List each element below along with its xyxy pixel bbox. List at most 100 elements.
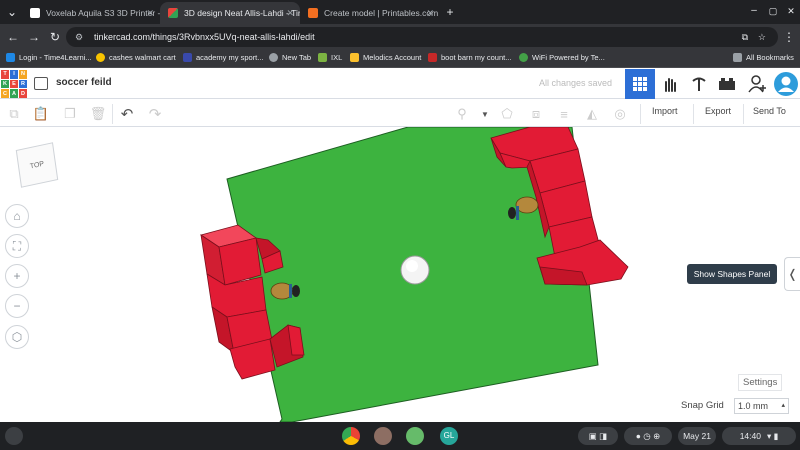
save-status: All changes saved xyxy=(539,78,613,88)
window-close-icon[interactable]: ✕ xyxy=(783,3,799,19)
workplane[interactable]: TOP ⌂ ⛶ + − ⬡ Show Shapes Panel ❬ Settin… xyxy=(0,127,800,422)
bookmark-bootbarn[interactable]: boot barn my count... xyxy=(428,53,511,62)
add-user-button[interactable] xyxy=(743,69,773,99)
bookmark-label: WiFi Powered by Te... xyxy=(532,53,605,62)
undo-icon[interactable]: ↶ xyxy=(118,105,136,123)
pickaxe-icon xyxy=(692,77,706,91)
view-cube-face-label: TOP xyxy=(29,160,45,170)
duplicate-icon[interactable]: ❐ xyxy=(61,105,79,123)
align-icon[interactable]: ≡ xyxy=(555,105,573,123)
sim-lab-button[interactable] xyxy=(712,69,742,99)
bookmark-academy[interactable]: academy my sport... xyxy=(183,53,264,62)
cast-icon[interactable]: ⧉ xyxy=(742,27,748,47)
walmart-icon xyxy=(96,53,105,62)
date-text: May 21 xyxy=(683,431,711,441)
tab-tinkercad[interactable]: 3D design Neat Allis-Lahdi - Tin ✕ xyxy=(160,2,300,24)
snap-grid-label: Snap Grid xyxy=(681,400,724,411)
chevron-left-icon: ❬ xyxy=(787,267,798,281)
bookmark-new-tab[interactable]: New Tab xyxy=(269,53,311,62)
redo-icon[interactable]: ↷ xyxy=(146,105,164,123)
tote-tray[interactable]: ▣ ◨ xyxy=(578,427,618,445)
bookmark-login[interactable]: Login - Time4Learni... xyxy=(6,53,92,62)
zoom-in-icon[interactable]: + xyxy=(5,264,29,288)
home-view-icon[interactable]: ⌂ xyxy=(5,204,29,228)
ruler-icon[interactable]: ⬠ xyxy=(498,105,516,123)
paste-icon[interactable]: 📋 xyxy=(32,105,50,123)
tab-search-icon[interactable]: ⌄ xyxy=(4,4,20,20)
bootbarn-icon xyxy=(428,53,437,62)
reload-icon[interactable]: ↻ xyxy=(47,29,63,45)
bookmarks-bar: Login - Time4Learni... cashes walmart ca… xyxy=(0,50,800,68)
wifi-bookmark-icon xyxy=(519,53,528,62)
printables-favicon-icon xyxy=(308,8,318,18)
close-icon[interactable]: ✕ xyxy=(426,8,434,19)
all-bookmarks[interactable]: All Bookmarks xyxy=(733,53,794,62)
back-icon[interactable]: ← xyxy=(5,29,21,45)
site-info-icon[interactable]: ⚙ xyxy=(75,27,83,47)
mirror-icon[interactable]: ◭ xyxy=(583,105,601,123)
note-pin-icon[interactable]: ⚲ xyxy=(453,105,471,123)
app-icon-1[interactable] xyxy=(374,427,392,445)
zoom-out-icon[interactable]: − xyxy=(5,294,29,318)
bookmark-melodics[interactable]: Melodics Account xyxy=(350,53,421,62)
tinkercad-logo[interactable]: TIN KER CAD xyxy=(1,70,27,98)
bookmark-ixl[interactable]: IXL xyxy=(318,53,342,62)
close-icon[interactable]: ✕ xyxy=(146,8,154,19)
snap-grid-value: 1.0 mm xyxy=(738,401,769,411)
scene-3d[interactable] xyxy=(0,127,800,422)
copy-icon[interactable]: ⧉ xyxy=(5,105,23,123)
forward-icon[interactable]: → xyxy=(26,29,42,45)
maximize-icon[interactable]: ▢ xyxy=(765,3,781,19)
url-field[interactable]: ⚙ tinkercad.com/things/3Rvbnxx5UVq-neat-… xyxy=(66,27,778,47)
tinkercad-header: TIN KER CAD soccer feild All changes sav… xyxy=(0,69,800,99)
bookmark-label: Melodics Account xyxy=(363,53,422,62)
tab-voxelab[interactable]: Voxelab Aquila S3 3D Printer - ✕ xyxy=(22,2,160,24)
new-tab-icon[interactable]: + xyxy=(442,4,458,20)
bookmark-star-icon[interactable]: ☆ xyxy=(758,27,766,47)
bricks-button[interactable] xyxy=(684,69,714,99)
cruise-icon[interactable]: ◎ xyxy=(611,105,629,123)
bookmark-wifi[interactable]: WiFi Powered by Te... xyxy=(519,53,605,62)
app-icon-2[interactable] xyxy=(406,427,424,445)
divider xyxy=(640,104,641,124)
tab-label: 3D design Neat Allis-Lahdi - Tin xyxy=(184,8,300,18)
blocks-button[interactable] xyxy=(655,69,685,99)
date-pill[interactable]: May 21 xyxy=(678,427,716,445)
group-icon[interactable]: ⧈ xyxy=(527,105,545,123)
melodics-icon xyxy=(350,53,359,62)
perspective-icon[interactable]: ⬡ xyxy=(5,325,29,349)
delete-icon[interactable]: 🗑 xyxy=(89,105,107,123)
snap-grid-select[interactable]: 1.0 mm ▴ xyxy=(734,398,789,414)
more-menu-icon[interactable]: ⋮ xyxy=(781,29,797,45)
bookmark-walmart[interactable]: cashes walmart cart xyxy=(96,53,176,62)
design-list-icon[interactable] xyxy=(34,77,48,90)
import-button[interactable]: Import xyxy=(652,106,678,116)
chrome-icon[interactable] xyxy=(342,427,360,445)
shapes-panel-tooltip: Show Shapes Panel xyxy=(687,264,777,284)
avatar[interactable] xyxy=(771,69,800,99)
tab-printables[interactable]: Create model | Printables.com ✕ xyxy=(300,2,440,24)
minimize-icon[interactable]: – xyxy=(746,3,762,19)
send-to-button[interactable]: Send To xyxy=(753,106,786,116)
left-player-figure[interactable] xyxy=(270,282,300,300)
screen-tools-tray[interactable]: ● ◷ ⊕ xyxy=(624,427,672,445)
fit-view-icon[interactable]: ⛶ xyxy=(5,234,29,258)
close-icon[interactable]: ✕ xyxy=(286,8,294,19)
caret-down-icon: ▴ xyxy=(781,402,785,409)
view-cube[interactable]: TOP xyxy=(15,142,59,188)
url-text: tinkercad.com/things/3Rvbnxx5UVq-neat-al… xyxy=(94,32,315,42)
settings-button[interactable]: Settings xyxy=(738,374,783,391)
note-dropdown-icon[interactable]: ▼ xyxy=(476,105,494,123)
export-button[interactable]: Export xyxy=(705,106,731,116)
status-tray[interactable]: 14:40 ▾ ▮ xyxy=(722,427,796,445)
grid-icon xyxy=(633,77,647,91)
launcher-icon[interactable] xyxy=(5,427,23,445)
classroom-icon[interactable]: GL xyxy=(440,427,458,445)
bookmark-label: All Bookmarks xyxy=(746,53,794,62)
3d-view-button[interactable] xyxy=(625,69,655,99)
design-title[interactable]: soccer feild xyxy=(56,77,112,88)
bookmark-label: New Tab xyxy=(282,53,312,62)
academy-icon xyxy=(183,53,192,62)
show-shapes-panel-button[interactable]: ❬ xyxy=(784,257,800,291)
bookmark-label: cashes walmart cart xyxy=(109,53,176,62)
